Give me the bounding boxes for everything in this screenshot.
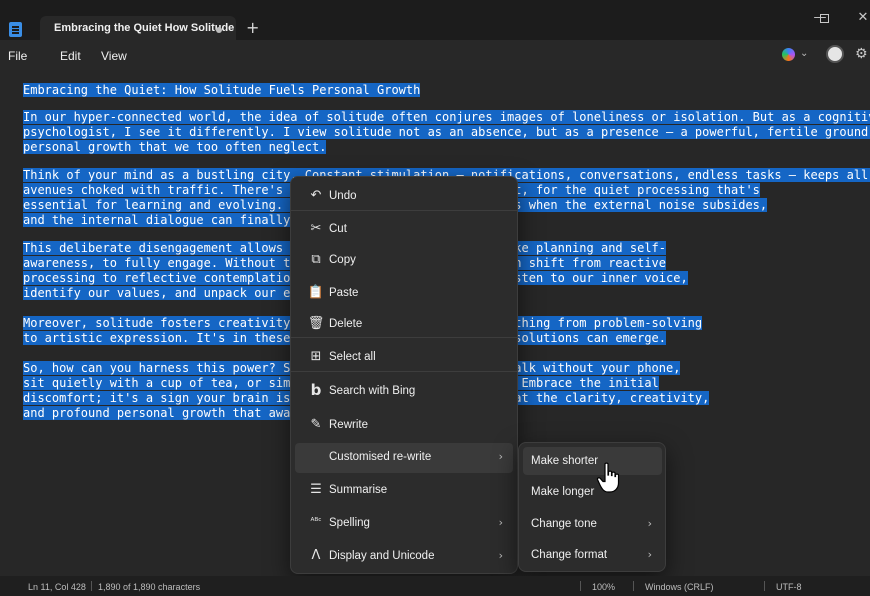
context-item-copy[interactable]: ⧉ Copy: [295, 246, 513, 276]
encoding[interactable]: UTF-8: [776, 582, 802, 592]
copy-icon: ⧉: [311, 252, 321, 267]
submenu-item-change-format[interactable]: Change format ›: [523, 541, 662, 569]
status-divider: [633, 581, 634, 591]
submenu-item-label: Change tone: [531, 518, 597, 530]
selected-text: psychologist, I see it differently. I vi…: [23, 125, 870, 139]
context-item-spelling[interactable]: ᴬᴮᶜ Spelling ›: [295, 509, 513, 539]
submenu-item-label: Change format: [531, 549, 608, 561]
menu-bar: File Edit View ⌄ ⚙: [0, 40, 870, 70]
context-item-label: Spelling: [329, 517, 370, 529]
customised-rewrite-submenu: Make shorter Make longer Change tone › Chang…: [518, 442, 666, 572]
context-item-label: Select all: [329, 351, 376, 363]
text-line[interactable]: and the internal dialogue can finally ri: [23, 213, 312, 228]
text-line[interactable]: and profound personal growth that awaits: [23, 406, 312, 421]
hand-cursor-icon: [596, 462, 620, 493]
select-all-icon: ⊞: [310, 349, 322, 364]
menu-view[interactable]: View: [101, 49, 127, 63]
text-line[interactable]: psychologist, I see it differently. I vi…: [23, 125, 870, 140]
status-divider: [580, 581, 581, 591]
submenu-item-make-longer[interactable]: Make longer: [523, 478, 662, 506]
delete-icon: 🗑: [307, 316, 325, 331]
context-item-summarise[interactable]: ☰ Summarise: [295, 476, 513, 506]
context-item-label: Undo: [329, 190, 357, 202]
paste-icon: 📋: [307, 285, 325, 300]
text-line[interactable]: personal growth that we too often neglec…: [23, 140, 327, 155]
document-tab[interactable]: Embracing the Quiet How Solitude: [40, 16, 236, 42]
rewrite-icon: ✎: [310, 417, 322, 432]
unicode-icon: Λ: [311, 548, 321, 563]
status-divider: [91, 581, 92, 591]
chevron-right-icon: ›: [498, 450, 503, 463]
context-item-label: Search with Bing: [329, 385, 416, 397]
context-item-label: Display and Unicode: [329, 550, 435, 562]
cursor-position: Ln 11, Col 428: [28, 582, 86, 592]
submenu-item-change-tone[interactable]: Change tone ›: [523, 510, 662, 538]
chevron-right-icon: ›: [498, 516, 503, 529]
context-item-label: Copy: [329, 254, 356, 266]
chevron-right-icon: ›: [647, 548, 652, 561]
close-button[interactable]: ✕: [855, 10, 870, 25]
context-menu: ↶ Undo ✂ Cut ⧉ Copy 📋 Paste 🗑 Delete ⊞ Select all b S…: [290, 176, 518, 574]
context-item-rewrite[interactable]: ✎ Rewrite: [295, 411, 513, 441]
undo-icon: ↶: [310, 188, 322, 203]
menu-edit[interactable]: Edit: [60, 49, 81, 63]
context-item-delete[interactable]: 🗑 Delete: [295, 310, 513, 340]
status-divider: [764, 581, 765, 591]
context-item-search-with-bing[interactable]: b Search with Bing: [295, 377, 513, 407]
chevron-down-icon[interactable]: ⌄: [800, 48, 808, 59]
selected-text: personal growth that we too often neglec…: [23, 140, 327, 154]
unsaved-dot-icon[interactable]: [216, 27, 222, 33]
zoom-level[interactable]: 100%: [592, 582, 615, 592]
avatar[interactable]: [826, 45, 844, 63]
menu-file[interactable]: File: [8, 49, 27, 63]
selected-text: and the internal dialogue can finally ri: [23, 213, 312, 227]
character-count: 1,890 of 1,890 characters: [98, 582, 201, 592]
gear-icon[interactable]: ⚙: [855, 46, 868, 62]
text-line[interactable]: In our hyper-connected world, the idea o…: [23, 110, 870, 125]
context-item-label: Paste: [329, 287, 359, 299]
cut-icon: ✂: [310, 221, 322, 236]
submenu-item-label: Make longer: [531, 486, 595, 498]
selected-text: Embracing the Quiet: How Solitude Fuels …: [23, 83, 421, 97]
text-line[interactable]: Embracing the Quiet: How Solitude Fuels …: [23, 83, 421, 98]
notepad-icon: [9, 22, 22, 37]
context-item-display-and-unicode[interactable]: Λ Display and Unicode ›: [295, 542, 513, 572]
context-item-label: Customised re-write: [329, 451, 432, 463]
context-item-paste[interactable]: 📋 Paste: [295, 279, 513, 309]
context-item-label: Delete: [329, 318, 363, 330]
status-bar: Ln 11, Col 428 1,890 of 1,890 characters…: [0, 576, 870, 596]
submenu-item-label: Make shorter: [531, 455, 599, 467]
submenu-item-make-shorter[interactable]: Make shorter: [523, 447, 662, 475]
selected-text: In our hyper-connected world, the idea o…: [23, 110, 870, 124]
spelling-icon: ᴬᴮᶜ: [310, 517, 322, 527]
context-item-undo[interactable]: ↶ Undo: [295, 182, 513, 212]
context-item-label: Rewrite: [329, 419, 368, 431]
context-item-cut[interactable]: ✂ Cut: [295, 215, 513, 245]
tab-title: Embracing the Quiet How Solitude: [54, 22, 235, 34]
bing-icon: b: [310, 381, 322, 399]
chevron-right-icon: ›: [498, 549, 503, 562]
context-item-customised-re-write[interactable]: Customised re-write ›: [295, 443, 513, 473]
selected-text: and profound personal growth that awaits: [23, 406, 312, 420]
context-item-select-all[interactable]: ⊞ Select all: [295, 343, 513, 373]
title-bar: Embracing the Quiet How Solitude + — ✕: [0, 0, 870, 42]
line-ending[interactable]: Windows (CRLF): [645, 582, 714, 592]
context-item-label: Summarise: [329, 484, 388, 496]
new-tab-button[interactable]: +: [246, 18, 259, 37]
chevron-right-icon: ›: [647, 517, 652, 530]
context-item-label: Cut: [329, 223, 347, 235]
copilot-icon[interactable]: [782, 48, 795, 61]
summarise-icon: ☰: [310, 482, 322, 497]
maximize-button[interactable]: [820, 14, 829, 23]
